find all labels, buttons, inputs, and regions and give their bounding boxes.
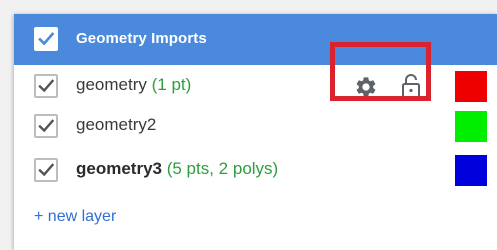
layer-color-swatch[interactable] — [455, 111, 487, 142]
layer-color-swatch[interactable] — [455, 71, 487, 102]
layer-label[interactable]: geometry3 (5 pts, 2 polys) — [76, 159, 278, 179]
checkmark-icon — [38, 32, 55, 46]
layer-label[interactable]: geometry2 — [76, 115, 156, 135]
checkmark-icon — [38, 119, 55, 133]
layer-name: geometry2 — [76, 115, 157, 134]
checkmark-icon — [38, 163, 55, 177]
layer-count: (1 pt) — [151, 75, 192, 94]
layer-name: geometry3 — [76, 159, 162, 178]
layer-label[interactable]: geometry (1 pt) — [76, 75, 191, 95]
layer-count: (5 pts, 2 polys) — [166, 159, 279, 178]
layer-name: geometry — [76, 75, 147, 94]
layer-visibility-checkbox[interactable] — [34, 158, 58, 182]
layer-visibility-checkbox[interactable] — [34, 74, 58, 98]
geometry-imports-widget: Geometry Imports geometry (1 pt) geometr… — [0, 0, 497, 250]
layer-row-geometry2[interactable]: geometry2 — [14, 106, 497, 146]
highlight-box — [330, 42, 431, 101]
new-layer-link[interactable]: + new layer — [34, 208, 116, 226]
layer-row-geometry3[interactable]: geometry3 (5 pts, 2 polys) — [14, 150, 497, 190]
select-all-checkbox[interactable] — [34, 27, 58, 51]
layer-visibility-checkbox[interactable] — [34, 114, 58, 138]
layer-color-swatch[interactable] — [455, 155, 487, 186]
panel-title: Geometry Imports — [76, 30, 207, 47]
checkmark-icon — [38, 79, 55, 93]
